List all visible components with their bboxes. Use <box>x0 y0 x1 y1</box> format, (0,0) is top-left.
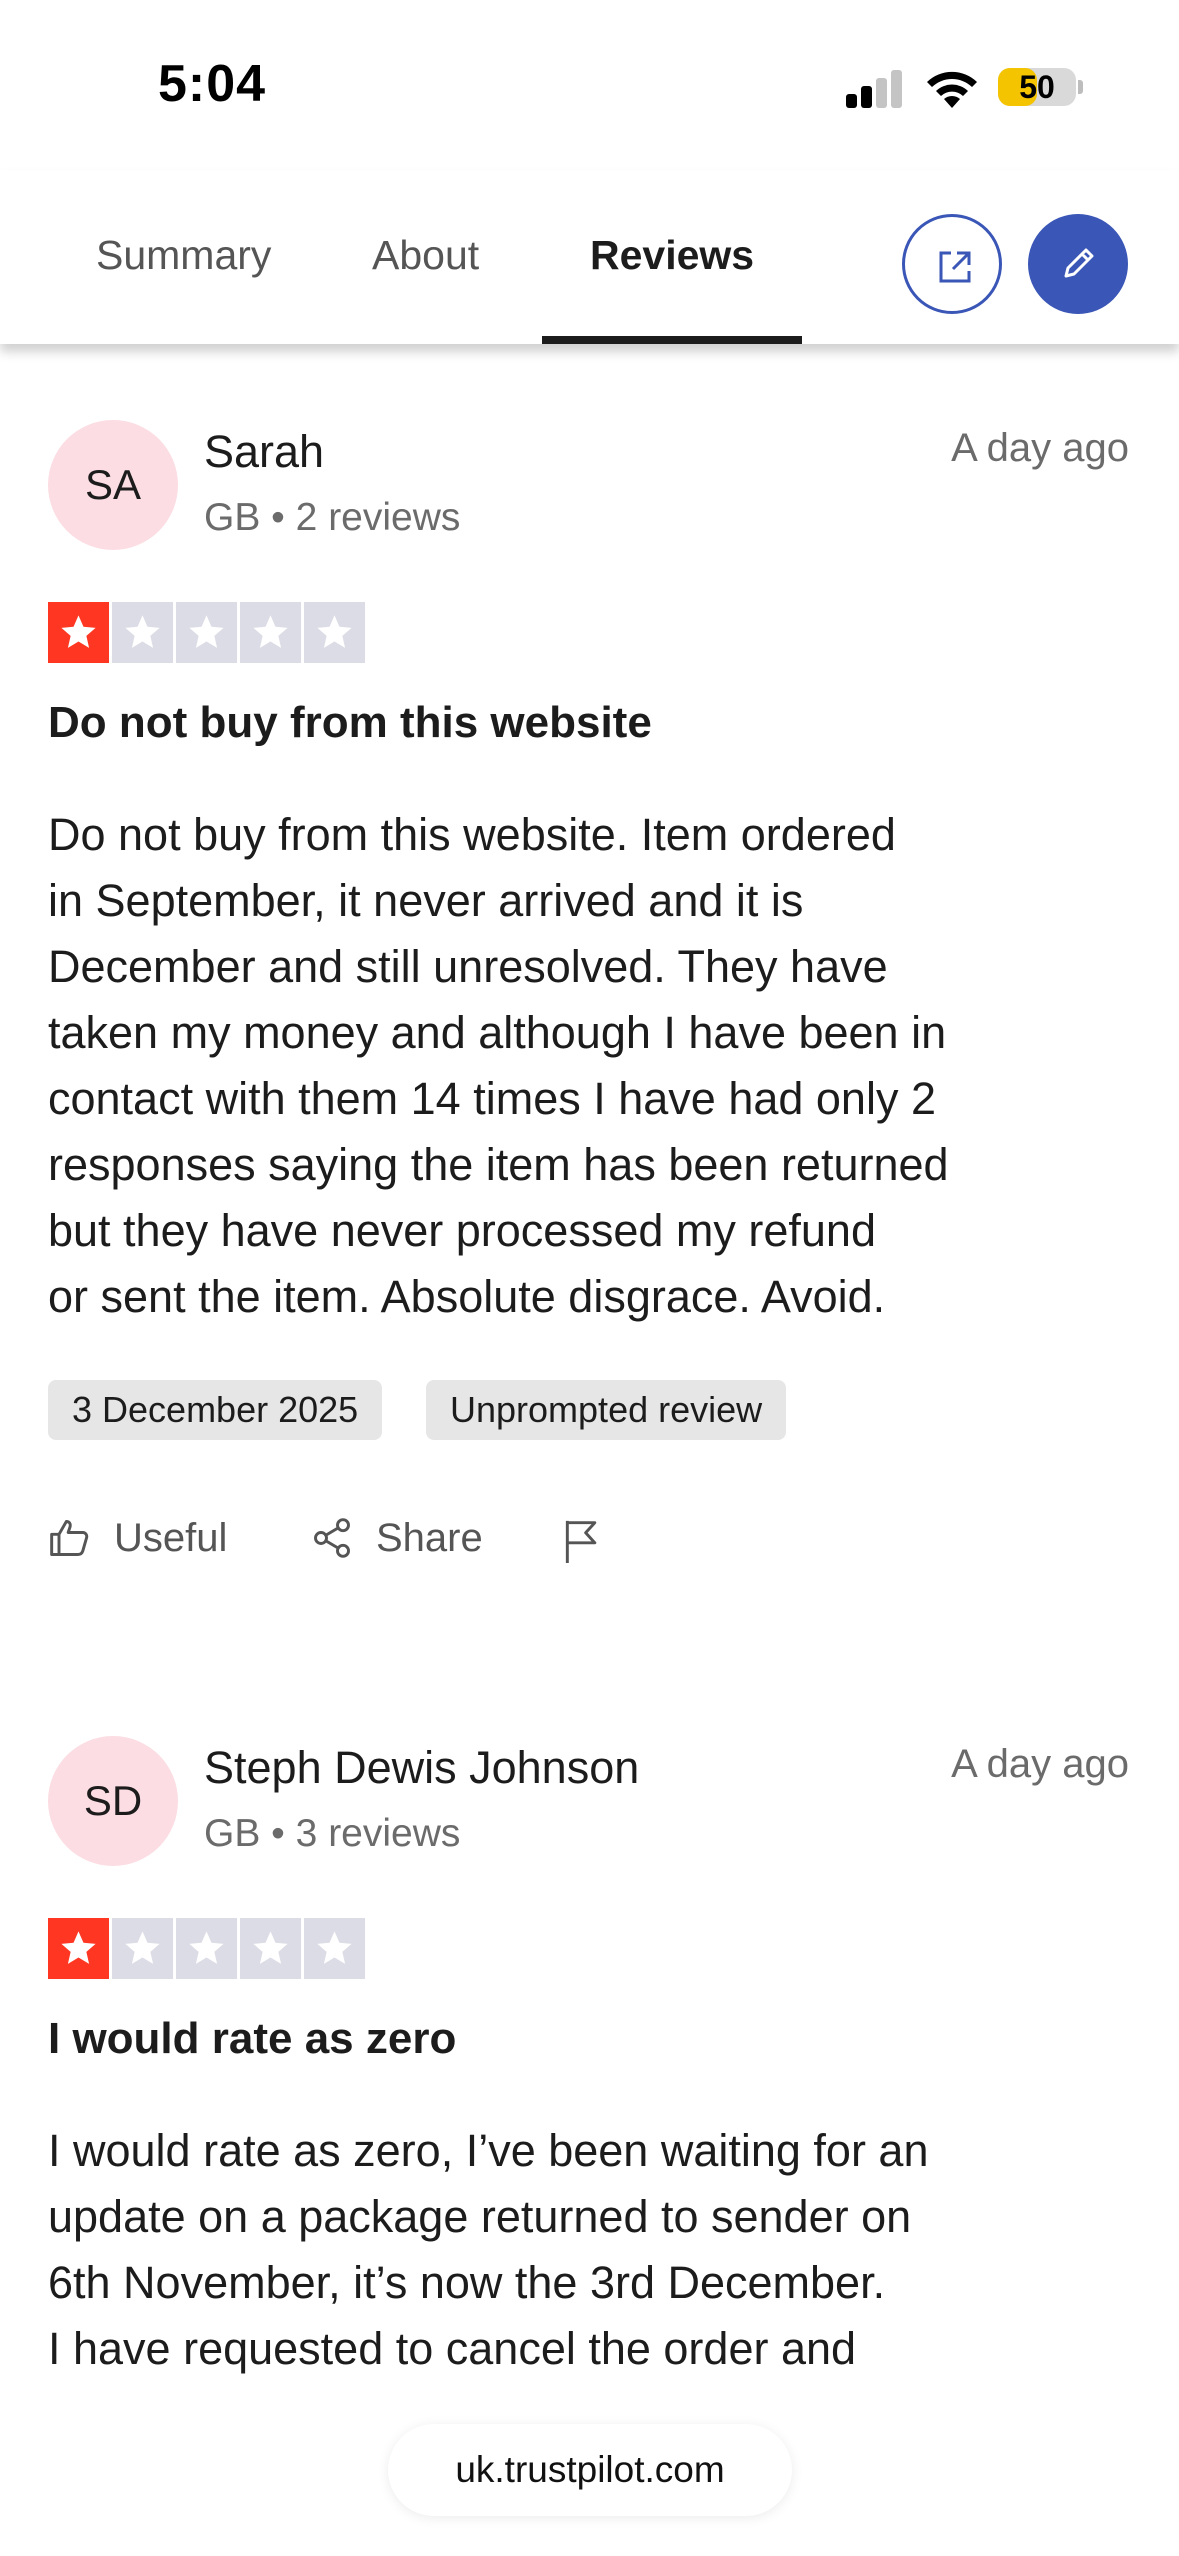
reviewer-meta: GB • 3 reviews <box>204 1812 461 1855</box>
url-bar[interactable]: uk.trustpilot.com <box>388 2424 792 2516</box>
review-body: Do not buy from this website. Item order… <box>48 802 1108 1330</box>
review-body-line: Do not buy from this website. Item order… <box>48 809 896 860</box>
review-body-line: December and still unresolved. They have <box>48 941 888 992</box>
battery-nub <box>1078 80 1083 94</box>
battery-level: 50 <box>1019 69 1055 105</box>
reviewer-meta: GB • 2 reviews <box>204 496 461 539</box>
review-body-line: contact with them 14 times I have had on… <box>48 1073 936 1124</box>
star-icon <box>48 602 109 663</box>
review-body-line: I have requested to cancel the order and <box>48 2323 857 2374</box>
flag-icon <box>565 1520 597 1563</box>
battery-icon: 50 <box>998 68 1076 106</box>
star-icon <box>240 602 301 663</box>
review-body-line: but they have never processed my refund <box>48 1205 876 1256</box>
star-icon <box>176 602 237 663</box>
review-body-line: in September, it never arrived and it is <box>48 875 804 926</box>
write-review-button[interactable] <box>1028 214 1128 314</box>
avatar: SA <box>48 420 178 550</box>
review-body-line: update on a package returned to sender o… <box>48 2191 912 2242</box>
useful-label: Useful <box>114 1516 228 1560</box>
review-body: I would rate as zero, I’ve been waiting … <box>48 2118 1108 2382</box>
report-button[interactable] <box>560 1510 610 1570</box>
active-tab-indicator <box>542 336 802 344</box>
review-body-line: responses saying the item has been retur… <box>48 1139 949 1190</box>
reviewer-name[interactable]: Sarah <box>204 426 324 478</box>
star-icon <box>240 1918 301 1979</box>
wifi-icon <box>927 71 977 108</box>
tab-reviews[interactable]: Reviews <box>590 232 754 279</box>
status-time: 5:04 <box>158 55 267 113</box>
review-body-line: or sent the item. Absolute disgrace. Avo… <box>48 1271 886 1322</box>
share-button[interactable]: Share <box>310 1510 510 1570</box>
review-date: A day ago <box>951 426 1129 470</box>
star-icon <box>112 602 173 663</box>
external-link-icon <box>939 251 971 283</box>
reviewer-name[interactable]: Steph Dewis Johnson <box>204 1742 639 1794</box>
cellular-signal-icon <box>846 70 904 108</box>
tab-summary[interactable]: Summary <box>96 232 271 279</box>
thumbs-up-icon <box>50 1520 89 1556</box>
review-body-line: taken my money and although I have been … <box>48 1007 947 1058</box>
pencil-icon <box>1064 248 1094 278</box>
review-body-line: 6th November, it’s now the 3rd December. <box>48 2257 886 2308</box>
review-body-line: I would rate as zero, I’ve been waiting … <box>48 2125 929 2176</box>
status-bar: 5:04 50 <box>0 0 1179 170</box>
unprompted-review-chip[interactable]: Unprompted review <box>426 1380 787 1440</box>
useful-button[interactable]: Useful <box>48 1510 248 1570</box>
review-title: Do not buy from this website <box>48 698 652 747</box>
review-date-chip: 3 December 2025 <box>48 1380 383 1440</box>
star-icon <box>304 1918 365 1979</box>
tab-bar: Summary About Reviews <box>0 170 1179 344</box>
review-title: I would rate as zero <box>48 2014 457 2063</box>
star-icon <box>112 1918 173 1979</box>
avatar: SD <box>48 1736 178 1866</box>
star-icon <box>48 1918 109 1979</box>
star-icon <box>176 1918 237 1979</box>
share-label: Share <box>376 1516 483 1560</box>
star-icon <box>304 602 365 663</box>
review-date: A day ago <box>951 1742 1129 1786</box>
share-icon <box>314 1518 350 1558</box>
open-external-button[interactable] <box>902 214 1002 314</box>
tab-about[interactable]: About <box>372 232 479 279</box>
